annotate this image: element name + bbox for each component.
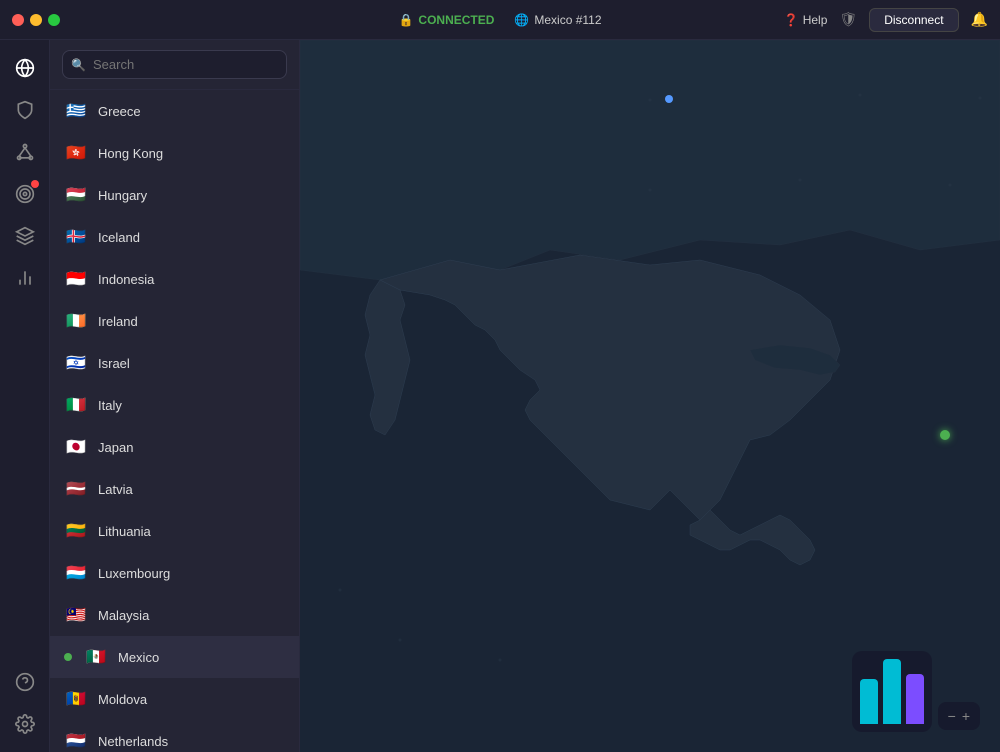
stat-bar-3 — [906, 674, 924, 724]
sidebar-icons — [0, 40, 50, 752]
country-item[interactable]: 🇬🇷 Greece — [50, 90, 299, 132]
titlebar: 🔒 CONNECTED 🌐 Mexico #112 ❓ Help 🛡 Disco… — [0, 0, 1000, 40]
maximize-button[interactable] — [48, 14, 60, 26]
server-info: 🌐 Mexico #112 — [514, 13, 601, 27]
server-label: Mexico #112 — [534, 13, 601, 27]
minimize-button[interactable] — [30, 14, 42, 26]
location-dot-1 — [665, 95, 673, 103]
country-item[interactable]: 🇮🇹 Italy — [50, 384, 299, 426]
target-badge — [31, 180, 39, 188]
country-item[interactable]: 🇱🇻 Latvia — [50, 468, 299, 510]
question-icon: ❓ — [784, 13, 799, 27]
notification-bell-icon[interactable]: 🔔 — [971, 11, 988, 28]
sidebar-item-settings[interactable] — [7, 706, 43, 742]
sidebar-item-globe[interactable] — [7, 50, 43, 86]
disconnect-button[interactable]: Disconnect — [869, 8, 958, 32]
sidebar-item-network[interactable] — [7, 134, 43, 170]
connected-badge: 🔒 CONNECTED — [398, 13, 494, 27]
country-flag: 🇮🇸 — [64, 225, 88, 249]
country-item[interactable]: 🇮🇩 Indonesia — [50, 258, 299, 300]
shield-small-icon: 🛡 — [839, 11, 857, 28]
country-flag: 🇮🇩 — [64, 267, 88, 291]
country-flag: 🇯🇵 — [64, 435, 88, 459]
active-server-dot — [940, 430, 950, 440]
country-name: Japan — [98, 440, 133, 455]
search-icon: 🔍 — [71, 58, 86, 72]
country-item[interactable]: 🇭🇺 Hungary — [50, 174, 299, 216]
search-wrapper: 🔍 — [62, 50, 287, 79]
country-item[interactable]: 🇳🇱 Netherlands — [50, 720, 299, 752]
country-item[interactable]: 🇮🇱 Israel — [50, 342, 299, 384]
search-box: 🔍 — [50, 40, 299, 90]
country-item[interactable]: 🇲🇾 Malaysia — [50, 594, 299, 636]
country-name: Iceland — [98, 230, 140, 245]
help-button[interactable]: ❓ Help — [784, 13, 828, 27]
country-name: Israel — [98, 356, 130, 371]
traffic-lights — [12, 14, 60, 26]
country-name: Luxembourg — [98, 566, 170, 581]
country-name: Hungary — [98, 188, 147, 203]
country-name: Ireland — [98, 314, 138, 329]
country-name: Moldova — [98, 692, 147, 707]
map-area: − + — [300, 40, 1000, 752]
main-content: 🔍 🇬🇷Greece🇭🇰Hong Kong🇭🇺Hungary🇮🇸Iceland🇮… — [0, 40, 1000, 752]
country-flag: 🇲🇾 — [64, 603, 88, 627]
search-input[interactable] — [62, 50, 287, 79]
sidebar-item-stats[interactable] — [7, 260, 43, 296]
country-flag: 🇳🇱 — [64, 729, 88, 752]
country-name: Lithuania — [98, 524, 151, 539]
country-item[interactable]: 🇮🇸 Iceland — [50, 216, 299, 258]
titlebar-right: ❓ Help 🛡 Disconnect 🔔 — [784, 8, 988, 32]
close-button[interactable] — [12, 14, 24, 26]
stat-bar-2 — [883, 659, 901, 724]
country-flag: 🇲🇽 — [84, 645, 108, 669]
country-flag: 🇮🇱 — [64, 351, 88, 375]
countries-scroll: 🇬🇷 Greece 🇭🇰 Hong Kong 🇭🇺 Hungary 🇮🇸 Iceland 🇮🇩 I… — [50, 90, 299, 752]
sidebar-item-help[interactable] — [7, 664, 43, 700]
country-flag: 🇱🇻 — [64, 477, 88, 501]
country-name: Malaysia — [98, 608, 149, 623]
country-flag: 🇮🇪 — [64, 309, 88, 333]
connected-label: CONNECTED — [418, 13, 494, 27]
country-flag: 🇱🇹 — [64, 519, 88, 543]
country-item[interactable]: 🇭🇰 Hong Kong — [50, 132, 299, 174]
country-name: Italy — [98, 398, 122, 413]
active-indicator — [64, 653, 72, 661]
country-flag: 🇬🇷 — [64, 99, 88, 123]
country-item[interactable]: 🇲🇽 Mexico — [50, 636, 299, 678]
country-item[interactable]: 🇱🇺 Luxembourg — [50, 552, 299, 594]
country-name: Hong Kong — [98, 146, 163, 161]
country-name: Mexico — [118, 650, 159, 665]
stat-bar-1 — [860, 679, 878, 724]
titlebar-center: 🔒 CONNECTED 🌐 Mexico #112 — [398, 13, 601, 27]
sidebar-item-layers[interactable] — [7, 218, 43, 254]
country-item[interactable]: 🇲🇩 Moldova — [50, 678, 299, 720]
country-name: Latvia — [98, 482, 133, 497]
country-flag: 🇮🇹 — [64, 393, 88, 417]
country-name: Indonesia — [98, 272, 154, 287]
country-flag: 🇲🇩 — [64, 687, 88, 711]
map-svg — [300, 40, 1000, 752]
country-list: 🔍 🇬🇷Greece🇭🇰Hong Kong🇭🇺Hungary🇮🇸Iceland🇮… — [50, 40, 300, 752]
sidebar-item-target[interactable] — [7, 176, 43, 212]
country-item[interactable]: 🇯🇵 Japan — [50, 426, 299, 468]
sidebar-item-shield[interactable] — [7, 92, 43, 128]
minus-icon[interactable]: − — [948, 708, 956, 724]
country-item[interactable]: 🇱🇹 Lithuania — [50, 510, 299, 552]
plus-icon[interactable]: + — [962, 708, 970, 724]
lock-icon: 🔒 — [398, 13, 413, 27]
stats-widget: − + — [852, 651, 980, 732]
country-name: Greece — [98, 104, 141, 119]
globe-small-icon: 🌐 — [514, 13, 529, 27]
country-name: Netherlands — [98, 734, 168, 749]
country-flag: 🇱🇺 — [64, 561, 88, 585]
country-flag: 🇭🇺 — [64, 183, 88, 207]
country-item[interactable]: 🇮🇪 Ireland — [50, 300, 299, 342]
country-flag: 🇭🇰 — [64, 141, 88, 165]
